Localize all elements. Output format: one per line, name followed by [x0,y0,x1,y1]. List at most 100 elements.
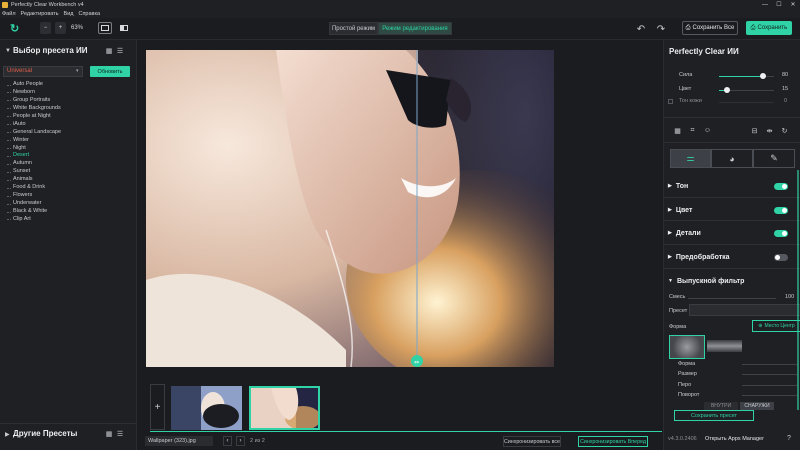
list-view-icon[interactable]: ☰ [116,430,124,438]
preset-item[interactable]: Newborn [7,89,132,97]
filmstrip-scroll[interactable] [150,431,662,432]
close-button[interactable]: ✕ [786,0,800,9]
preset-item[interactable]: Clip Art [7,216,132,224]
maximize-button[interactable]: ☐ [772,0,786,9]
output-preset-select[interactable] [689,304,800,316]
color-palette-tab-icon[interactable]: ◕ [711,149,753,168]
section-preprocessing-label: Предобработка [675,253,730,261]
simple-mode-tab[interactable]: Простой режим [329,22,378,35]
save-label: Сохранить [757,25,788,31]
split-view-icon[interactable] [117,22,131,34]
list-view-icon[interactable]: ☰ [116,47,124,55]
preset-item[interactable]: General Landscape [7,129,132,137]
undo-icon[interactable]: ↶ [635,23,647,35]
thumbnail-selected[interactable] [249,386,320,430]
shape-radial-option[interactable] [669,335,705,359]
zoom-out-button[interactable]: − [40,22,51,34]
strength-slider-fill [719,76,763,77]
file-name-select[interactable]: Wallpaper (323).jpg [145,436,213,446]
flip-icon[interactable]: ⇹ [765,126,774,135]
section-color[interactable]: ▶ Цвет [668,203,796,217]
prev-image-button[interactable]: ‹ [223,436,232,446]
menu-view[interactable]: Вид [64,11,74,17]
preset-item[interactable]: Animals [7,176,132,184]
menu-file[interactable]: Файл [2,11,16,17]
crop-icon[interactable]: ⌗ [688,126,697,135]
redo-icon[interactable]: ↷ [655,23,667,35]
preset-item[interactable]: Group Portraits [7,97,132,105]
preset-item[interactable]: Food & Drink [7,184,132,192]
preset-item[interactable]: Auto People [7,81,132,89]
shape-prop-slider[interactable] [742,364,797,365]
section-details[interactable]: ▶ Детали [668,226,796,240]
retouch-tab-icon[interactable]: ✎ [753,149,795,168]
apps-manager-link[interactable]: Открыть Apps Manager [705,436,764,442]
help-icon[interactable]: ? [785,434,793,442]
sync-next-button[interactable]: Синхронизировать Вперед [578,436,648,447]
skin-tone-checkbox[interactable] [668,99,673,104]
grid-view-icon[interactable]: ▦ [105,430,113,438]
app-icon [2,1,8,8]
single-view-icon[interactable] [98,22,112,34]
collapse-icon[interactable]: ▼ [5,48,11,54]
preset-item[interactable]: Underwater [7,200,132,208]
preset-list: Auto People Newborn Group Portraits Whit… [7,81,132,224]
feather-slider[interactable] [742,385,797,386]
thumbnail[interactable] [171,386,242,430]
preset-item[interactable]: Black & White [7,208,132,216]
outside-tab[interactable]: СНАРУЖИ [740,402,774,410]
preset-item[interactable]: Autumn [7,160,132,168]
sync-all-button[interactable]: Синхронизировать все [503,436,561,447]
preset-item[interactable]: People at Night [7,113,132,121]
place-center-button[interactable]: ⊕ Место Центр [752,320,800,332]
photo-canvas[interactable]: ⇔ [146,50,554,367]
strength-slider-knob[interactable] [760,73,766,79]
zoom-value: 63% [71,25,84,31]
panel-scrollbar[interactable] [797,170,799,410]
minimize-button[interactable]: — [758,0,772,9]
save-all-button[interactable]: ⎙ Сохранить Все [682,21,738,35]
grid-view-icon[interactable]: ▦ [105,47,113,55]
preset-item[interactable]: Sunset [7,168,132,176]
face-icon[interactable]: ☺ [703,126,712,135]
preset-item[interactable]: Flowers [7,192,132,200]
preset-item-selected[interactable]: Desert [7,152,132,160]
divider [664,268,800,269]
preset-item[interactable]: iAuto [7,121,132,129]
section-output-filter[interactable]: ▼ Выпускной фильтр [668,274,796,288]
other-presets-title[interactable]: Другие Пресеты [13,429,77,438]
expand-icon: ▶ [668,183,672,189]
next-image-button[interactable]: › [236,436,245,446]
straighten-icon[interactable]: ⊟ [750,126,759,135]
update-button[interactable]: Обновить [90,66,130,77]
menu-help[interactable]: Справка [78,11,100,17]
save-preset-button[interactable]: Сохранить пресет [674,410,754,421]
section-preprocessing[interactable]: ▶ Предобработка [668,250,796,264]
tone-toggle[interactable] [774,182,788,190]
shape-linear-option[interactable] [707,340,742,352]
preset-item[interactable]: Winter [7,137,132,145]
save-icon: ⎙ [750,24,756,31]
preprocessing-toggle[interactable] [774,253,788,261]
color-slider-knob[interactable] [724,87,731,93]
edit-mode-tab[interactable]: Режим редактирования [378,22,452,35]
preset-item[interactable]: White Backgrounds [7,105,132,113]
details-toggle[interactable] [774,229,788,237]
color-toggle[interactable] [774,206,788,214]
size-slider[interactable] [742,374,797,375]
menu-edit[interactable]: Редактировать [21,11,59,17]
section-tone[interactable]: ▶ Тон [668,179,796,193]
preset-item[interactable]: Night [7,145,132,153]
rotate-icon[interactable]: ↻ [780,126,789,135]
preset-select[interactable]: Universal [3,66,83,77]
grid-icon[interactable]: ▦ [673,126,682,135]
collapse-icon: ▼ [668,278,673,284]
mix-slider[interactable] [688,298,776,299]
add-image-button[interactable]: + [150,384,165,430]
rotation-slider[interactable] [742,395,797,396]
adjustments-tab-icon[interactable]: ⚌ [670,149,711,168]
expand-icon[interactable]: ▶ [5,431,10,438]
save-button[interactable]: ⎙ Сохранить [746,21,792,35]
inside-tab[interactable]: ВНУТРИ [704,402,738,410]
zoom-in-button[interactable]: + [55,22,66,34]
